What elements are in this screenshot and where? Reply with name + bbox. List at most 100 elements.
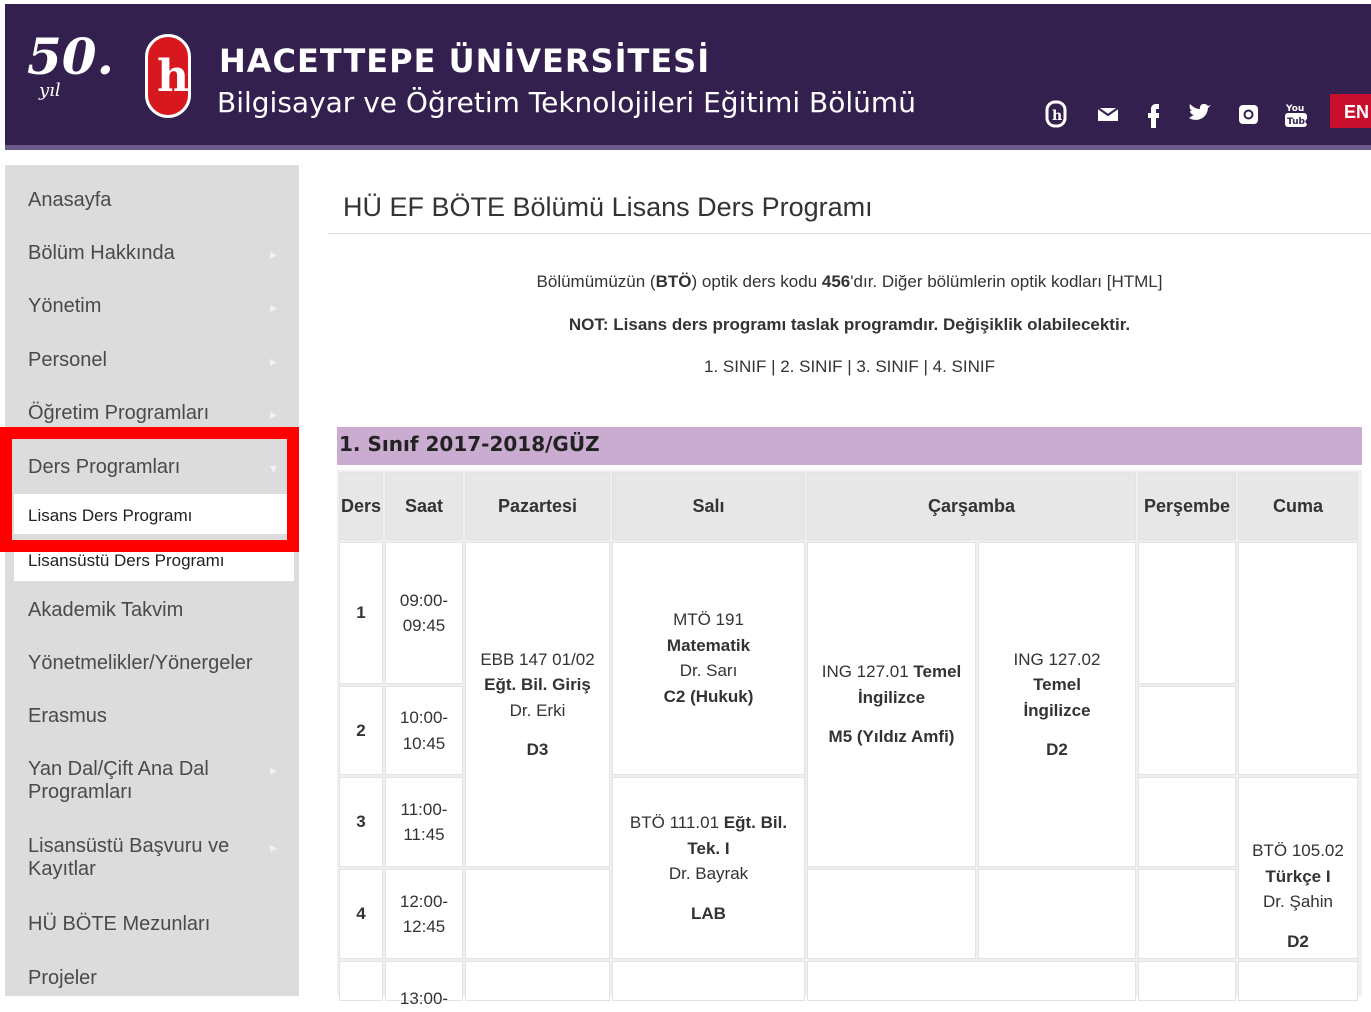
hu-icon[interactable]: h	[1045, 100, 1067, 134]
optical-code-info: Bölümümüzün (BTÖ) optik ders kodu 456'dı…	[328, 272, 1371, 292]
empty-cell	[1138, 686, 1236, 775]
chevron-right-icon: ▸	[269, 299, 277, 315]
column-header: Pazartesi	[465, 472, 610, 540]
course-instructor: Dr. Erki	[509, 700, 566, 720]
university-name[interactable]: HACETTEPE ÜNİVERSİTESİ	[219, 42, 710, 80]
title-divider	[328, 233, 1371, 234]
info-optical-code: 456	[821, 272, 851, 291]
course-name-cont: Tek. I	[687, 838, 730, 858]
course-instructor: Dr. Sarı	[679, 661, 738, 680]
class-links[interactable]: 1. SINIF | 2. SINIF | 3. SINIF | 4. SINI…	[328, 357, 1371, 377]
course-cell-tuesday: BTÖ 111.01 Eğt. Bil. Tek. I Dr. Bayrak L…	[612, 777, 805, 959]
sidebar-item-label: HÜ BÖTE Mezunları	[28, 913, 211, 935]
sidebar-item-yonetmelikler[interactable]: Yönetmelikler/Yönergeler	[5, 652, 299, 675]
time-start: 10:00-	[399, 708, 449, 727]
chevron-right-icon: ▸	[269, 762, 277, 778]
svg-text:You: You	[1285, 104, 1304, 114]
sidebar-item-erasmus[interactable]: Erasmus	[5, 705, 299, 728]
empty-cell	[807, 961, 1136, 1001]
anniversary-logo[interactable]: 50. yıl	[27, 32, 114, 100]
course-code: MTÖ 191	[673, 610, 744, 629]
sidebar-item-ogretim-programlari[interactable]: Öğretim Programları ▸	[5, 402, 299, 425]
time-end: 11:45	[403, 825, 445, 844]
time-start: 12:00-	[399, 891, 449, 911]
info-text: ) optik ders kodu	[691, 272, 822, 291]
column-header: Perşembe	[1138, 472, 1236, 540]
twitter-icon[interactable]	[1187, 100, 1213, 132]
course-code: BTÖ 111.01	[629, 813, 720, 832]
site-header: 50. yıl h HACETTEPE ÜNİVERSİTESİ Bilgisa…	[5, 4, 1371, 150]
empty-cell	[978, 869, 1136, 959]
course-name: Matematik	[666, 635, 751, 655]
sidebar-item-label: Anasayfa	[28, 189, 112, 211]
empty-cell	[465, 869, 610, 959]
sidebar-item-label: Projeler	[28, 967, 97, 989]
info-text: Bölümümüzün (	[536, 272, 656, 291]
chevron-right-icon: ▸	[269, 353, 277, 369]
empty-cell	[1138, 542, 1236, 684]
time-start: 13:00-	[399, 989, 449, 1008]
time-start: 11:00-	[400, 799, 448, 819]
course-code: ING 127.01	[821, 662, 909, 682]
course-room: LAB	[691, 903, 726, 923]
sidebar: Anasayfa Bölüm Hakkında ▸ Yönetim ▸ Person…	[5, 165, 299, 996]
time-end: 12:45	[402, 917, 446, 936]
course-room: D3	[526, 740, 549, 759]
lesson-number	[339, 961, 383, 1001]
course-cell-wednesday: ING 127.02 Temel İngilizce D2	[978, 542, 1136, 867]
sidebar-item-label: Yönetmelikler/Yönergeler	[28, 652, 253, 674]
course-name: Türkçe I	[1265, 866, 1331, 886]
language-button[interactable]: EN	[1330, 94, 1371, 128]
svg-text:h: h	[1052, 108, 1062, 124]
empty-cell	[1238, 961, 1358, 1001]
course-cell-monday: EBB 147 01/02 Eğt. Bil. Giriş Dr. Erki D…	[465, 542, 610, 867]
sidebar-item-anasayfa[interactable]: Anasayfa	[5, 189, 299, 212]
lesson-time: 09:00- 09:45	[385, 542, 463, 684]
facebook-icon[interactable]	[1145, 100, 1161, 134]
mail-icon[interactable]	[1097, 100, 1119, 132]
sidebar-item-akademik-takvim[interactable]: Akademik Takvim	[5, 599, 299, 622]
youtube-icon[interactable]: You Tube	[1283, 100, 1311, 136]
sidebar-item-label: Akademik Takvim	[28, 599, 184, 621]
lesson-time: 11:00- 11:45	[385, 777, 463, 867]
department-name[interactable]: Bilgisayar ve Öğretim Teknolojileri Eğit…	[217, 86, 916, 119]
lesson-number: 3	[339, 777, 383, 867]
university-logo[interactable]: h	[145, 34, 191, 118]
course-name-cont: İngilizce	[1023, 700, 1091, 720]
draft-note: NOT: Lisans ders programı taslak program…	[568, 315, 1131, 334]
sidebar-item-yonetim[interactable]: Yönetim ▸	[5, 295, 299, 318]
course-room: C2 (Hukuk)	[663, 686, 754, 706]
time-end: 09:45	[402, 616, 446, 635]
lesson-time: 12:00- 12:45	[385, 869, 463, 959]
chevron-right-icon: ▸	[269, 839, 277, 855]
instagram-icon[interactable]	[1237, 100, 1261, 134]
info-link[interactable]: 'dır. Diğer bölümlerin optik kodları [HT…	[850, 272, 1162, 291]
course-instructor: Dr. Şahin	[1263, 892, 1333, 911]
lesson-number: 4	[339, 869, 383, 959]
course-name: Temel	[1033, 675, 1081, 694]
course-name: Eğt. Bil.	[723, 813, 788, 832]
svg-text:Tube: Tube	[1287, 117, 1311, 127]
sidebar-item-label: Erasmus	[28, 705, 107, 727]
empty-cell	[465, 961, 610, 1001]
sidebar-subitem-label: Lisansüstü Ders Programı	[28, 551, 225, 570]
course-name-cont: İngilizce	[857, 687, 926, 707]
section-title: 1. Sınıf 2017-2018/GÜZ	[337, 427, 1362, 465]
course-name: Temel	[913, 662, 962, 682]
sidebar-item-personel[interactable]: Personel ▸	[5, 349, 299, 372]
sidebar-item-projeler[interactable]: Projeler	[5, 967, 299, 990]
hu-logo-glyph: h	[157, 51, 189, 102]
time-end: 10:45	[402, 733, 446, 753]
info-dept-code: BTÖ	[655, 272, 692, 291]
sidebar-item-lisansustu-basvuru[interactable]: Lisansüstü Başvuru ve Kayıtlar ▸	[5, 835, 299, 881]
empty-cell	[612, 961, 805, 1001]
sidebar-subitem-lisansustu-ders-programi[interactable]: Lisansüstü Ders Programı	[14, 547, 294, 581]
sidebar-item-yan-dal[interactable]: Yan Dal/Çift Ana Dal Programları ▸	[5, 758, 299, 804]
sidebar-item-mezunlar[interactable]: HÜ BÖTE Mezunları	[5, 913, 299, 936]
course-code: EBB 147 01/02	[480, 649, 595, 669]
course-code: ING 127.02	[1013, 649, 1101, 669]
course-cell-friday: BTÖ 105.02 Türkçe I Dr. Şahin D2	[1238, 777, 1358, 959]
course-cell-tuesday: MTÖ 191 Matematik Dr. Sarı C2 (Hukuk)	[612, 542, 805, 775]
empty-cell	[1138, 777, 1236, 867]
sidebar-item-bolum-hakkinda[interactable]: Bölüm Hakkında ▸	[5, 242, 299, 265]
